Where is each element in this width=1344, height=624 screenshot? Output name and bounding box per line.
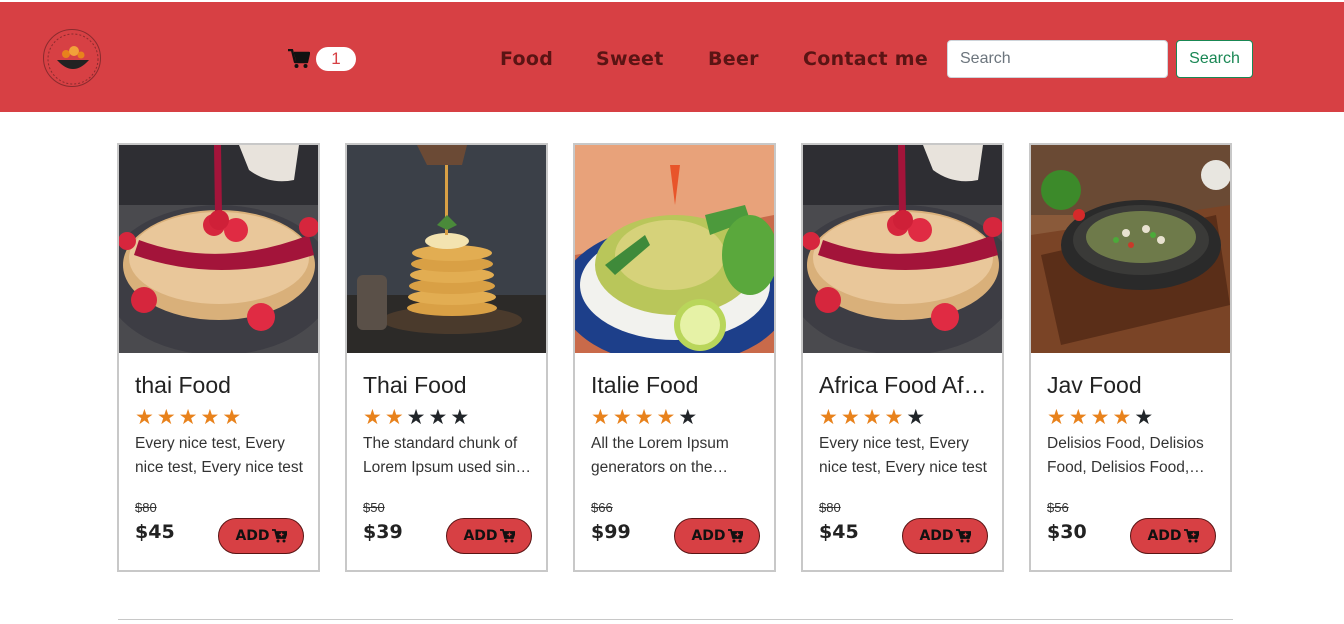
cart-plus-icon [499,529,515,543]
add-to-cart-button[interactable]: ADD [902,518,988,554]
rating-stars: ★ ★ ★ ★ ★ [135,406,242,429]
star-icon: ★ [363,406,382,429]
cart-count-badge: 1 [316,47,356,71]
nav-link-beer[interactable]: Beer [708,46,759,72]
logo[interactable] [43,29,101,87]
old-price: $50 [363,500,385,515]
product-description: The standard chunk of Lorem Ipsum used s… [363,435,532,476]
product-description: Every nice test, Every nice test, Every … [135,435,303,476]
star-icon: ★ [840,406,860,429]
product-title: Jav Food [1047,372,1142,398]
product-title: thai Food [135,372,231,398]
cart-plus-icon [955,529,971,543]
footer-divider [118,619,1233,620]
star-icon: ★ [1068,406,1088,429]
add-to-cart-button[interactable]: ADD [446,518,532,554]
star-icon: ★ [200,406,220,429]
star-icon: ★ [862,406,882,429]
price: $99 [591,521,631,543]
star-icon: ★ [819,406,838,429]
add-label: ADD [235,528,270,544]
star-icon: ★ [135,406,154,429]
old-price: $66 [591,500,613,515]
product-card: Jav Food ★ ★ ★ ★ ★ Delisios Food, Delisi… [1029,143,1232,572]
star-icon: ★ [428,406,448,429]
product-image[interactable] [119,145,318,353]
star-icon: ★ [591,406,610,429]
rating-stars: ★ ★ ★ ★ ★ [1047,406,1154,429]
star-icon: ★ [678,406,698,429]
cart-link[interactable]: 1 [288,46,356,72]
product-title: Africa Food Africa [819,372,989,398]
star-icon: ★ [450,406,470,429]
price: $45 [135,521,175,543]
old-price: $80 [135,500,157,515]
cart-icon [288,49,310,68]
star-icon: ★ [1112,406,1132,429]
nav-link-contact[interactable]: Contact me [803,46,928,72]
rating-stars: ★ ★ ★ ★ ★ [591,406,698,429]
add-label: ADD [1147,528,1182,544]
product-image[interactable] [1031,145,1230,353]
star-icon: ★ [906,406,926,429]
search-input[interactable] [947,40,1168,78]
rating-stars: ★ ★ ★ ★ ★ [819,406,926,429]
product-image[interactable] [803,145,1002,353]
product-image[interactable] [347,145,546,353]
star-icon: ★ [884,406,904,429]
rating-stars: ★ ★ ★ ★ ★ [363,406,470,429]
product-description: Delisios Food, Delisios Food, Delisios F… [1047,435,1204,476]
nav-link-food[interactable]: Food [500,46,553,72]
nav-link-sweet[interactable]: Sweet [596,46,664,72]
navbar: 1 Food Sweet Beer Contact me Search [0,2,1344,112]
search-button[interactable]: Search [1176,40,1253,78]
star-icon: ★ [1090,406,1110,429]
star-icon: ★ [406,406,426,429]
star-icon: ★ [634,406,654,429]
old-price: $56 [1047,500,1069,515]
add-to-cart-button[interactable]: ADD [674,518,760,554]
add-label: ADD [919,528,954,544]
star-icon: ★ [1134,406,1154,429]
star-icon: ★ [156,406,176,429]
product-description: All the Lorem Ipsum generators on the In… [591,435,729,476]
add-label: ADD [463,528,498,544]
product-card: Africa Food Africa ★ ★ ★ ★ ★ Every nice … [801,143,1004,572]
star-icon: ★ [656,406,676,429]
price: $39 [363,521,403,543]
cart-plus-icon [727,529,743,543]
star-icon: ★ [178,406,198,429]
star-icon: ★ [384,406,404,429]
star-icon: ★ [612,406,632,429]
product-card: Thai Food ★ ★ ★ ★ ★ The standard chunk o… [345,143,548,572]
star-icon: ★ [222,406,242,429]
price: $30 [1047,521,1087,543]
product-card: thai Food ★ ★ ★ ★ ★ Every nice test, Eve… [117,143,320,572]
old-price: $80 [819,500,841,515]
cart-plus-icon [271,529,287,543]
product-description: Every nice test, Every nice test, Every … [819,435,987,476]
add-label: ADD [691,528,726,544]
product-image[interactable] [575,145,774,353]
add-to-cart-button[interactable]: ADD [218,518,304,554]
add-to-cart-button[interactable]: ADD [1130,518,1216,554]
price: $45 [819,521,859,543]
bowl-logo-icon [47,33,99,85]
star-icon: ★ [1047,406,1066,429]
product-card: Italie Food ★ ★ ★ ★ ★ All the Lorem Ipsu… [573,143,776,572]
cart-plus-icon [1183,529,1199,543]
product-title: Thai Food [363,372,467,398]
product-title: Italie Food [591,372,699,398]
